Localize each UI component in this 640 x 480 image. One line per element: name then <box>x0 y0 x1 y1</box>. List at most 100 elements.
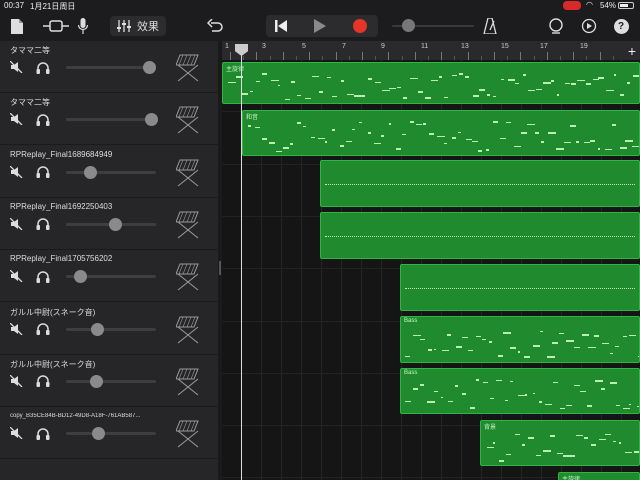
region[interactable]: 主旋律 <box>558 472 640 480</box>
region[interactable]: Bass <box>400 368 640 414</box>
midi-note <box>576 434 584 437</box>
mute-icon[interactable] <box>9 60 23 74</box>
volume-knob[interactable] <box>91 427 105 441</box>
headphones-icon[interactable] <box>36 165 50 179</box>
ruler-tick <box>441 52 443 60</box>
midi-note <box>413 388 419 390</box>
mute-icon[interactable] <box>9 112 23 126</box>
midi-note <box>556 452 564 455</box>
volume-knob[interactable] <box>89 374 103 388</box>
master-volume-knob[interactable] <box>402 19 415 32</box>
volume-slider[interactable] <box>66 113 158 127</box>
headphones-icon[interactable] <box>36 217 50 231</box>
track-header[interactable]: RPReplay_Final1689684949 <box>0 146 218 198</box>
region[interactable]: 主旋律 <box>222 62 640 104</box>
undo-icon[interactable] <box>205 17 225 35</box>
region[interactable] <box>400 264 640 311</box>
mute-icon[interactable] <box>9 165 23 179</box>
midi-note <box>501 78 505 81</box>
mute-icon[interactable] <box>9 269 23 283</box>
track-header[interactable]: ガルル中尉(スネーク音) <box>0 303 218 355</box>
volume-knob[interactable] <box>73 270 87 284</box>
midi-note <box>552 381 559 383</box>
volume-knob[interactable] <box>142 61 156 74</box>
fx-button[interactable]: 效果 <box>110 16 166 36</box>
microphone-icon[interactable] <box>76 17 90 35</box>
midi-note <box>471 140 478 143</box>
track-header[interactable]: RPReplay_Final1692250403 <box>0 198 218 250</box>
rewind-icon[interactable] <box>270 17 292 35</box>
keyboard-icon[interactable] <box>175 262 200 292</box>
midi-note <box>443 142 447 145</box>
play-icon[interactable] <box>309 17 331 35</box>
volume-knob[interactable] <box>90 322 104 336</box>
midi-note <box>402 133 406 136</box>
keyboard-icon[interactable] <box>175 367 200 397</box>
track-header[interactable]: タママ二等 <box>0 93 218 146</box>
region[interactable]: 背景 <box>480 420 640 466</box>
volume-slider[interactable] <box>66 322 156 336</box>
region[interactable]: Bass <box>400 316 640 363</box>
mute-icon[interactable] <box>9 374 23 388</box>
midi-note <box>438 76 442 78</box>
keyboard-icon[interactable] <box>175 158 200 188</box>
mute-icon[interactable] <box>9 426 23 440</box>
midi-note <box>524 356 531 358</box>
record-icon[interactable] <box>349 17 371 35</box>
mute-icon[interactable] <box>9 322 23 336</box>
headphones-icon[interactable] <box>36 374 50 388</box>
headphones-icon[interactable] <box>36 112 50 126</box>
midi-note <box>304 97 311 100</box>
midi-note <box>493 442 496 444</box>
document-icon[interactable] <box>8 17 26 35</box>
timeline-ruler[interactable]: 1 3 5 7 9 11 13 15 17 19 <box>222 41 640 60</box>
track-name: タママ二等 <box>10 98 50 108</box>
keyboard-icon[interactable] <box>175 210 200 240</box>
midi-note <box>497 355 504 357</box>
ruler-label: 11 <box>421 43 429 50</box>
loop-icon[interactable] <box>546 17 566 35</box>
headphones-icon[interactable] <box>36 426 50 440</box>
mute-icon[interactable] <box>9 217 23 231</box>
midi-note <box>247 125 251 127</box>
midi-note <box>559 407 566 410</box>
region[interactable] <box>320 160 640 207</box>
midi-note <box>625 140 633 142</box>
volume-knob[interactable] <box>84 165 98 179</box>
keyboard-icon[interactable] <box>175 419 200 449</box>
headphones-icon[interactable] <box>36 269 50 283</box>
help-icon[interactable]: ? <box>612 17 630 35</box>
region[interactable] <box>320 212 640 259</box>
midi-note <box>595 380 603 382</box>
keyboard-icon[interactable] <box>175 105 200 135</box>
settings-icon[interactable] <box>580 17 598 35</box>
volume-slider[interactable] <box>66 270 156 284</box>
volume-slider[interactable] <box>66 217 156 231</box>
add-track-icon[interactable]: + <box>624 41 640 60</box>
midi-note <box>416 123 422 126</box>
midi-note <box>290 81 296 83</box>
volume-slider[interactable] <box>66 427 156 441</box>
volume-slider[interactable] <box>66 165 156 179</box>
metronome-icon[interactable] <box>480 17 500 35</box>
region[interactable]: 和音 <box>242 110 640 156</box>
tracks-view-icon[interactable] <box>42 17 70 35</box>
track-header[interactable]: copy_B35CE84B-BD12-49D8-A18F-761AB587... <box>0 407 218 460</box>
track-header[interactable]: RPReplay_Final1705756202 <box>0 250 218 303</box>
headphones-icon[interactable] <box>36 322 50 336</box>
track-header[interactable]: タママ二等 <box>0 41 218 93</box>
volume-knob[interactable] <box>144 113 158 127</box>
headphones-icon[interactable] <box>36 60 50 74</box>
track-header[interactable]: ガルル中尉(スネーク音) <box>0 355 218 407</box>
volume-slider[interactable] <box>66 374 156 388</box>
master-volume-slider[interactable] <box>392 19 474 32</box>
volume-slider[interactable] <box>66 61 156 74</box>
keyboard-icon[interactable] <box>175 315 200 345</box>
playhead[interactable] <box>241 47 242 480</box>
midi-note <box>325 141 328 143</box>
midi-note <box>489 397 494 400</box>
midi-note <box>359 121 362 124</box>
keyboard-icon[interactable] <box>175 53 200 83</box>
volume-knob[interactable] <box>108 217 122 231</box>
tracks-area[interactable]: 主旋律 和音 Bass Bass 背景 主旋律 <box>222 60 640 480</box>
